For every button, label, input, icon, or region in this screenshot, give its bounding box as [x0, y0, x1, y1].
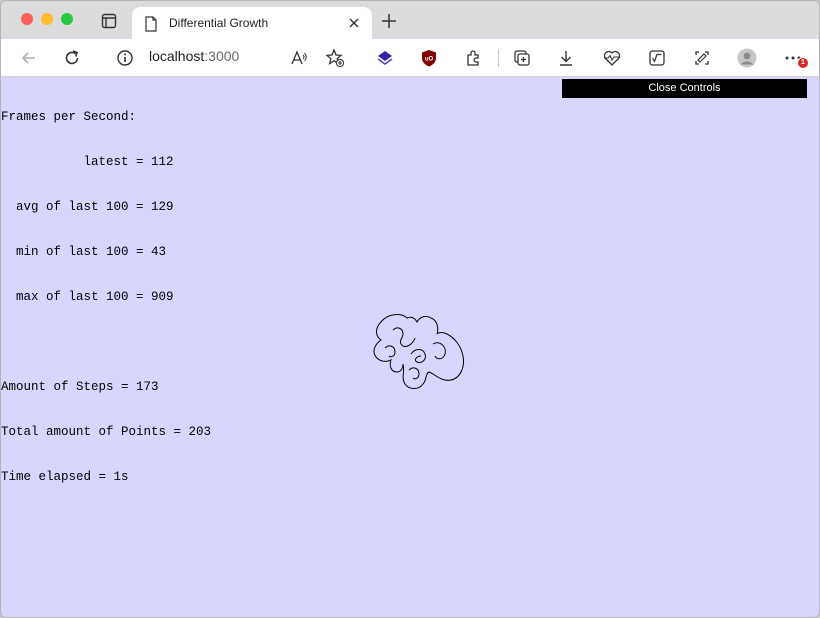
address-host: localhost [149, 48, 205, 64]
stats-spacer [1, 335, 211, 350]
layers-extension-icon[interactable] [375, 48, 395, 68]
site-info-icon[interactable] [115, 48, 135, 68]
fps-header: Frames per Second: [1, 110, 137, 124]
page-content: Frames per Second: latest = 112 avg of l… [1, 78, 819, 617]
title-bar: Differential Growth [1, 1, 819, 39]
close-controls-button[interactable]: Close Controls [562, 79, 807, 98]
web-capture-icon[interactable] [692, 48, 712, 68]
fps-max: max of last 100 = 909 [1, 290, 174, 304]
page-icon [145, 16, 157, 32]
active-tab[interactable]: Differential Growth [132, 7, 372, 39]
read-aloud-icon[interactable] [289, 48, 309, 68]
svg-text:uO: uO [425, 57, 434, 63]
fps-avg: avg of last 100 = 129 [1, 200, 174, 214]
notification-badge: 1 [797, 57, 809, 69]
performance-icon[interactable] [602, 48, 622, 68]
window-close-button[interactable] [21, 13, 33, 25]
fps-min: min of last 100 = 43 [1, 245, 167, 259]
address-port: :3000 [204, 48, 240, 64]
ublock-icon[interactable]: uO [419, 48, 439, 68]
tab-title: Differential Growth [169, 16, 269, 30]
tab-close-icon[interactable] [347, 16, 361, 30]
toolbar-separator [498, 49, 499, 67]
math-solver-icon[interactable] [647, 48, 667, 68]
browser-window: Differential Growth localhost:3000 uO 1 … [0, 0, 820, 618]
points-count: Total amount of Points = 203 [1, 425, 212, 439]
steps-count: Amount of Steps = 173 [1, 380, 159, 394]
address-bar[interactable]: localhost:3000 [149, 48, 239, 64]
add-favorite-icon[interactable] [325, 48, 345, 68]
fps-latest: latest = 112 [1, 155, 174, 169]
downloads-icon[interactable] [556, 48, 576, 68]
window-maximize-button[interactable] [61, 13, 73, 25]
tab-actions-icon[interactable] [101, 13, 117, 29]
new-tab-icon[interactable] [381, 13, 397, 29]
browser-toolbar: localhost:3000 uO [1, 39, 819, 77]
profile-avatar-icon[interactable] [737, 48, 757, 68]
collections-icon[interactable] [512, 48, 532, 68]
time-elapsed: Time elapsed = 1s [1, 470, 129, 484]
back-icon[interactable] [19, 48, 39, 68]
window-minimize-button[interactable] [41, 13, 53, 25]
extensions-icon[interactable] [464, 48, 484, 68]
refresh-icon[interactable] [62, 48, 82, 68]
stats-panel: Frames per Second: latest = 112 avg of l… [1, 80, 211, 515]
differential-growth-curve [373, 314, 464, 389]
